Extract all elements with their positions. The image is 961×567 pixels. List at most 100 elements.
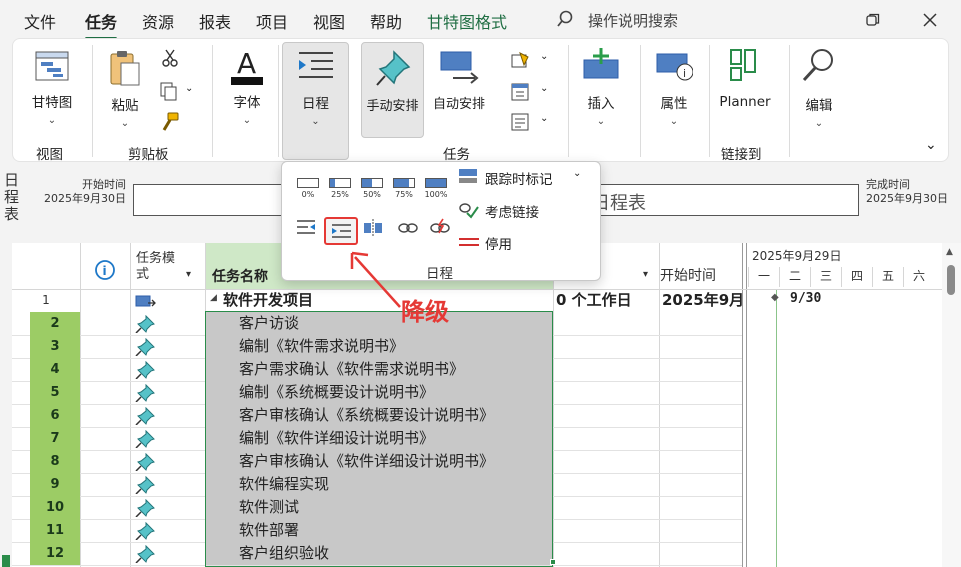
- summary-duration[interactable]: 0 个工作日: [556, 289, 658, 312]
- unlink-tasks-icon[interactable]: [429, 217, 451, 239]
- row-id[interactable]: 3: [30, 335, 80, 358]
- planner-button[interactable]: Planner: [713, 48, 777, 110]
- chevron-down-icon[interactable]: ⌄: [540, 113, 548, 124]
- progress-4-button[interactable]: 100%: [423, 178, 449, 199]
- tracking-gantt-icon[interactable]: [458, 167, 478, 187]
- track-label[interactable]: 跟踪时标记: [485, 168, 553, 188]
- auto-schedule-button[interactable]: 自动安排: [427, 48, 491, 112]
- respect-links-icon[interactable]: [458, 201, 480, 219]
- auto-schedule-mode-icon[interactable]: [135, 293, 157, 309]
- summary-start[interactable]: 2025年9月: [662, 289, 742, 312]
- paste-button[interactable]: 粘贴 ⌄: [101, 49, 149, 129]
- menu-view[interactable]: 视图: [313, 9, 345, 33]
- chevron-down-icon[interactable]: ▾: [643, 269, 648, 280]
- copy-icon[interactable]: [159, 81, 179, 101]
- close-icon[interactable]: [923, 13, 937, 27]
- restore-window-icon[interactable]: [866, 13, 880, 27]
- row-id[interactable]: 8: [30, 450, 80, 473]
- row-id[interactable]: 5: [30, 381, 80, 404]
- manual-schedule-pin-icon[interactable]: [135, 545, 155, 563]
- progress-1-button[interactable]: 25%: [327, 178, 353, 199]
- timeline-start-caption: 开始时间: [82, 178, 126, 191]
- row-id[interactable]: 6: [30, 404, 80, 427]
- menu-file[interactable]: 文件: [24, 9, 56, 33]
- inactivate-label[interactable]: 停用: [485, 233, 512, 253]
- chevron-down-icon[interactable]: ⌄: [540, 83, 548, 94]
- row-id[interactable]: 9: [30, 473, 80, 496]
- row-id[interactable]: 10: [30, 496, 80, 519]
- chevron-down-icon[interactable]: ⌄: [185, 83, 193, 94]
- search-icon[interactable]: [556, 10, 574, 28]
- menu-project[interactable]: 项目: [256, 9, 288, 33]
- progress-3-button[interactable]: 75%: [391, 178, 417, 199]
- divider: [789, 45, 790, 157]
- chevron-down-icon[interactable]: ▾: [186, 269, 191, 280]
- split-task-icon[interactable]: [363, 219, 383, 237]
- split-bar[interactable]: [742, 243, 743, 567]
- cut-icon[interactable]: [161, 49, 179, 67]
- task-mode-column-header[interactable]: 任务模式: [136, 251, 178, 289]
- timeline-finish-caption: 完成时间: [866, 178, 910, 191]
- calendar-move-icon[interactable]: [510, 81, 532, 103]
- chevron-down-icon: ⌄: [814, 118, 824, 129]
- menu-gantt-format[interactable]: 甘特图格式: [427, 9, 507, 33]
- outdent-icon[interactable]: [296, 219, 316, 237]
- inspect-task-icon[interactable]: [510, 51, 532, 71]
- progress-label: 75%: [395, 190, 413, 199]
- manual-schedule-pin-icon[interactable]: [135, 430, 155, 448]
- vertical-scrollbar[interactable]: ▲: [942, 243, 961, 567]
- menu-help[interactable]: 帮助: [370, 9, 402, 33]
- divider: [92, 45, 93, 157]
- inactivate-icon[interactable]: [458, 234, 480, 250]
- row-id[interactable]: 11: [30, 519, 80, 542]
- start-column-header[interactable]: 开始时间: [660, 265, 740, 285]
- link-tasks-icon[interactable]: [397, 219, 419, 237]
- manual-schedule-pin-icon[interactable]: [135, 338, 155, 356]
- scroll-up-icon[interactable]: ▲: [946, 247, 953, 257]
- row-id[interactable]: 4: [30, 358, 80, 381]
- collapse-triangle-icon[interactable]: ◢: [210, 293, 217, 303]
- task-mode-icon[interactable]: [510, 111, 532, 133]
- font-button[interactable]: A 字体 ⌄: [219, 47, 275, 126]
- manual-schedule-pin-icon[interactable]: [135, 453, 155, 471]
- properties-button[interactable]: i 属性 ⌄: [647, 48, 701, 127]
- edit-button[interactable]: 编辑 ⌄: [795, 47, 843, 129]
- row-id[interactable]: 1: [12, 289, 80, 312]
- chevron-down-icon[interactable]: ⌄: [573, 168, 581, 179]
- progress-2-button[interactable]: 50%: [359, 178, 385, 199]
- row-id[interactable]: 2: [30, 312, 80, 335]
- manual-schedule-pin-icon[interactable]: [135, 499, 155, 517]
- scrollbar-thumb[interactable]: [947, 265, 955, 295]
- manual-schedule-pin-icon[interactable]: [135, 522, 155, 540]
- properties-label: 属性: [660, 96, 688, 112]
- menu-report[interactable]: 报表: [199, 9, 231, 33]
- select-all-corner[interactable]: [12, 243, 80, 289]
- dropdown-group-label: 日程: [426, 266, 453, 282]
- progress-0-button[interactable]: 0%: [295, 178, 321, 199]
- gantt-chart-button[interactable]: 甘特图 ⌄: [25, 51, 79, 126]
- chevron-down-icon[interactable]: ⌄: [540, 51, 548, 62]
- svg-text:i: i: [683, 67, 686, 80]
- manual-schedule-pin-icon[interactable]: [135, 361, 155, 379]
- format-painter-icon[interactable]: [159, 111, 181, 133]
- respect-links-label[interactable]: 考虑链接: [485, 201, 539, 221]
- collapse-ribbon-icon[interactable]: ⌄: [925, 137, 937, 153]
- manual-schedule-pin-icon[interactable]: [135, 476, 155, 494]
- info-column-header[interactable]: i: [80, 243, 130, 289]
- indent-button[interactable]: [324, 217, 358, 245]
- fill-handle[interactable]: [550, 559, 556, 565]
- manual-schedule-pin-icon[interactable]: [135, 407, 155, 425]
- manual-schedule-button[interactable]: 手动安排: [361, 42, 424, 138]
- schedule-button[interactable]: 日程 ⌄: [282, 42, 349, 160]
- progress-bar-icon: [393, 178, 415, 188]
- gantt-chart-label: 甘特图: [31, 95, 73, 111]
- menu-task[interactable]: 任务: [85, 9, 118, 40]
- insert-button[interactable]: 插入 ⌄: [576, 48, 626, 127]
- menu-resource[interactable]: 资源: [142, 9, 174, 33]
- row-id[interactable]: 7: [30, 427, 80, 450]
- search-input[interactable]: 操作说明搜索: [588, 10, 678, 31]
- row-id[interactable]: 12: [30, 542, 80, 565]
- manual-schedule-pin-icon[interactable]: [135, 384, 155, 402]
- milestone-diamond-icon: ◆: [771, 292, 779, 303]
- manual-schedule-pin-icon[interactable]: [135, 315, 155, 333]
